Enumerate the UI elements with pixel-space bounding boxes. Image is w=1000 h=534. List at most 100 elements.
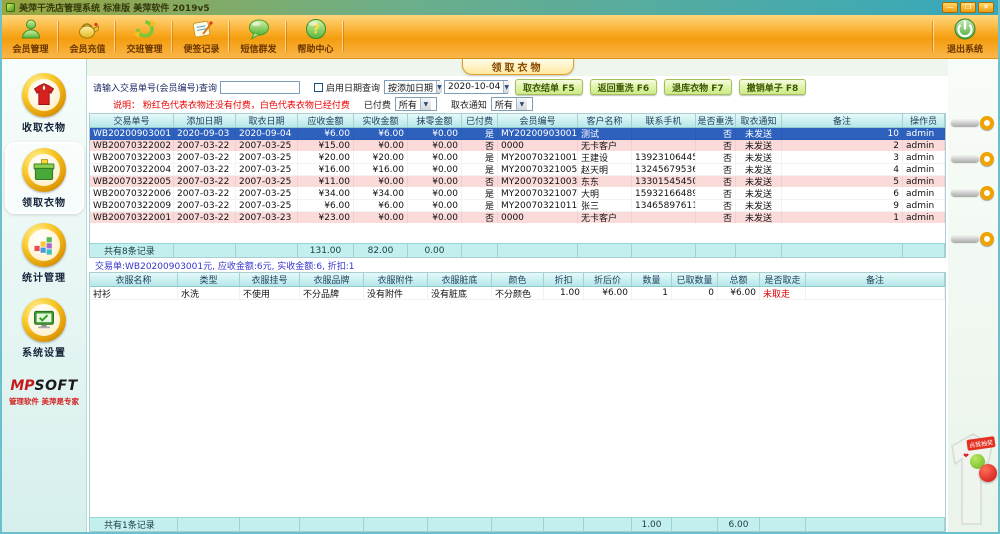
table-cell: 0 [672,287,718,299]
search-input[interactable] [220,81,300,94]
window-controls: — ❐ ✕ [942,2,994,13]
sidebar-item-statistics[interactable]: 统计管理 [5,217,84,289]
column-header[interactable]: 取衣日期 [236,114,298,127]
close-button[interactable]: ✕ [978,2,994,13]
column-header[interactable]: 总额 [718,273,760,286]
column-header[interactable]: 抹零金额 [408,114,462,127]
table-row[interactable]: WB200703220062007-03-222007-03-25¥34.00¥… [90,188,945,200]
table-cell: MY20070321011 [498,200,578,211]
exit-system-button[interactable]: 退出系统 [932,15,998,58]
table-row[interactable]: WB200703220012007-03-222007-03-23¥23.00¥… [90,212,945,224]
table-cell: ¥23.00 [298,212,354,223]
items_table-summary-row: 共有1条记录1.006.00 [90,517,945,531]
filter-row-2: 说明： 粉红色代表衣物还没有付费，白色代表衣物已经付费 已付费 所有 ▼ 取衣通… [93,96,944,112]
column-header[interactable]: 应收金额 [298,114,354,127]
column-header[interactable]: 衣服挂号 [240,273,300,286]
table-row[interactable]: WB200703220022007-03-222007-03-25¥15.00¥… [90,140,945,152]
return-stock-button[interactable]: 退库衣物 F7 [664,79,732,95]
table-cell: 没有附件 [364,287,428,299]
notify-filter-select[interactable]: 所有 ▼ [491,97,533,111]
table-row[interactable]: WB200703220032007-03-222007-03-25¥20.00¥… [90,152,945,164]
table-row[interactable]: 衬衫水洗不使用不分品牌没有附件没有脏底不分颜色1.00¥6.0010¥6.00未… [90,287,945,300]
column-header[interactable]: 联系手机 [632,114,696,127]
toolbar-item-member-manage[interactable]: 会员管理 [2,15,59,58]
table-cell: ¥0.00 [354,176,408,187]
column-header[interactable]: 实收金额 [354,114,408,127]
column-header[interactable]: 衣服脏底 [428,273,492,286]
cancel-order-button[interactable]: 撤销单子 F8 [739,79,807,95]
notify-filter-value: 所有 [492,98,516,111]
column-header[interactable]: 已取数量 [672,273,718,286]
table-cell: ¥0.00 [408,200,462,211]
toolbar-item-notes[interactable]: 便签记录 [173,15,230,58]
sidebar: 收取衣物 领取衣物 [2,59,87,532]
table-cell: 否 [696,176,736,187]
mpsoft-logo: MPSOFT 管理软件 美萍是专家 [9,375,79,407]
column-header[interactable]: 衣服品牌 [300,273,364,286]
table-cell: 2020-09-04 [236,128,298,139]
orders_table-header-row: 交易单号添加日期取衣日期应收金额实收金额抹零金额已付费会员编号客户名称联系手机是… [90,114,945,128]
toolbar-item-sms[interactable]: 短信群发 [230,15,287,58]
toolbar-item-member-recharge[interactable]: 会员充值 [59,15,116,58]
table-cell: ¥6.00 [718,287,760,299]
summary-cell [696,244,736,257]
table-cell: 2007-03-22 [174,200,236,211]
table-row[interactable]: WB200703220092007-03-222007-03-25¥6.00¥6… [90,200,945,212]
table-cell: 2007-03-22 [174,176,236,187]
summary-cell: 1.00 [632,518,672,531]
toolbar-item-shift-manage[interactable]: 交班管理 [116,15,173,58]
logo-slogan: 管理软件 美萍是专家 [9,396,79,407]
right-decor-strip: 点我抽奖 ❤ [948,59,998,532]
column-header[interactable]: 备注 [806,273,945,286]
column-header[interactable]: 颜色 [492,273,544,286]
paid-filter-select[interactable]: 所有 ▼ [395,97,437,111]
table-row[interactable]: WB202009030012020-09-032020-09-04¥6.00¥6… [90,128,945,140]
filter-bar: 请输入交易单号(会员编号)查询 启用日期查询 按添加日期 ▼ 2020-10-0… [87,76,948,113]
toolbar-item-help[interactable]: ? 帮助中心 [287,15,344,58]
pickup-settle-button[interactable]: 取衣结单 F5 [515,79,583,95]
date-select[interactable]: 2020-10-04 ▼ [444,80,508,94]
paid-filter-value: 所有 [396,98,420,111]
sidebar-item-receive-clothes[interactable]: 收取衣物 [5,67,84,139]
lottery-tag[interactable]: 点我抽奖 [966,436,995,451]
sidebar-item-settings[interactable]: 系统设置 [5,292,84,364]
items-table: 衣服名称类型衣服挂号衣服品牌衣服附件衣服脏底颜色折扣折后价数量已取数量总额是否取… [89,272,946,532]
column-header[interactable]: 客户名称 [578,114,632,127]
column-header[interactable]: 类型 [178,273,240,286]
column-header[interactable]: 添加日期 [174,114,236,127]
table-row[interactable]: WB200703220042007-03-222007-03-25¥16.00¥… [90,164,945,176]
tab-pickup-clothes[interactable]: 领取衣物 [462,59,574,75]
table-cell: admin [903,176,945,187]
table-cell: 否 [462,140,498,151]
maximize-button[interactable]: ❐ [960,2,976,13]
column-header[interactable]: 衣服附件 [364,273,428,286]
column-header[interactable]: 数量 [632,273,672,286]
table-cell: ¥0.00 [408,176,462,187]
column-header[interactable]: 折扣 [544,273,584,286]
recharge-pot-icon [76,17,100,41]
column-header[interactable]: 衣服名称 [90,273,178,286]
rewash-button[interactable]: 返回重洗 F6 [590,79,658,95]
column-header[interactable]: 备注 [782,114,903,127]
table-cell: WB20070322005 [90,176,174,187]
column-header[interactable]: 取衣通知 [736,114,782,127]
table-cell: WB20070322004 [90,164,174,175]
table-cell: ¥0.00 [408,152,462,163]
minimize-button[interactable]: — [942,2,958,13]
date-query-checkbox[interactable] [314,83,323,92]
column-header[interactable]: 折后价 [584,273,632,286]
column-header[interactable]: 是否重洗 [696,114,736,127]
table-cell: 未发送 [736,200,782,211]
sidebar-item-pickup-clothes[interactable]: 领取衣物 [5,142,84,214]
column-header[interactable]: 交易单号 [90,114,174,127]
column-header[interactable]: 会员编号 [498,114,578,127]
column-header[interactable]: 已付费 [462,114,498,127]
lottery-mascot[interactable]: 点我抽奖 ❤ [951,438,997,494]
column-header[interactable]: 是否取走 [760,273,806,286]
table-cell: 大明 [578,188,632,199]
column-header[interactable]: 操作员 [903,114,945,127]
table-row[interactable]: WB200703220052007-03-222007-03-25¥11.00¥… [90,176,945,188]
table-cell: admin [903,164,945,175]
date-mode-select[interactable]: 按添加日期 ▼ [384,80,440,94]
summary-cell [584,518,632,531]
